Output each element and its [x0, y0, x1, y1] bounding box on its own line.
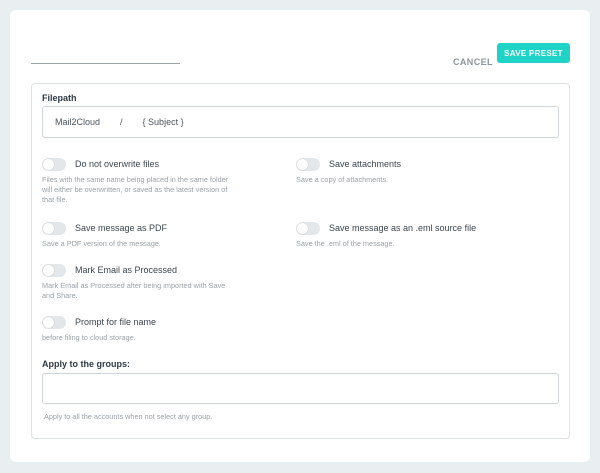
settings-panel: Filepath Mail2Cloud / { Subject } Do not… — [31, 83, 570, 439]
prompt-file-name-toggle[interactable] — [42, 316, 66, 329]
groups-input[interactable] — [42, 373, 559, 404]
filepath-segment-root: Mail2Cloud — [55, 117, 101, 127]
groups-label: Apply to the groups: — [42, 359, 130, 369]
filepath-separator: / — [120, 117, 123, 127]
save-pdf-toggle[interactable] — [42, 222, 66, 235]
mark-processed-toggle[interactable] — [42, 264, 66, 277]
toggle-knob — [43, 223, 54, 234]
cancel-button[interactable]: CANCEL — [453, 54, 493, 70]
groups-hint: Apply to all the accounts when not selec… — [44, 412, 213, 421]
filepath-field[interactable]: Mail2Cloud / { Subject } — [42, 106, 559, 138]
option-title: Prompt for file name — [75, 317, 157, 327]
save-eml-toggle[interactable] — [296, 222, 320, 235]
filepath-segment-subject: { Subject } — [142, 117, 184, 127]
option-title: Do not overwrite files — [75, 159, 160, 169]
option-title: Mark Email as Processed — [75, 265, 178, 275]
preset-name-input[interactable] — [31, 63, 180, 64]
toggle-knob — [43, 317, 54, 328]
save-attachments-toggle[interactable] — [296, 158, 320, 171]
preset-editor-card: CANCEL SAVE PRESET Filepath Mail2Cloud /… — [10, 10, 590, 462]
option-title: Save message as an .eml source file — [329, 223, 477, 233]
option-description: Save a PDF version of the message. — [42, 239, 161, 248]
toggle-knob — [43, 265, 54, 276]
do-not-overwrite-toggle[interactable] — [42, 158, 66, 171]
option-description: Files with the same name being placed in… — [42, 175, 229, 204]
option-description: Save the .eml of the message. — [296, 239, 395, 248]
option-description: before filing to cloud storage. — [42, 333, 136, 342]
option-title: Save attachments — [329, 159, 402, 169]
toggle-knob — [297, 223, 308, 234]
option-title: Save message as PDF — [75, 223, 168, 233]
toggle-knob — [297, 159, 308, 170]
filepath-label: Filepath — [42, 93, 77, 103]
option-description: Save a copy of attachments. — [296, 175, 389, 184]
save-preset-button[interactable]: SAVE PRESET — [497, 43, 570, 63]
toggle-knob — [43, 159, 54, 170]
option-description: Mark Email as Processed after being impo… — [42, 281, 226, 300]
